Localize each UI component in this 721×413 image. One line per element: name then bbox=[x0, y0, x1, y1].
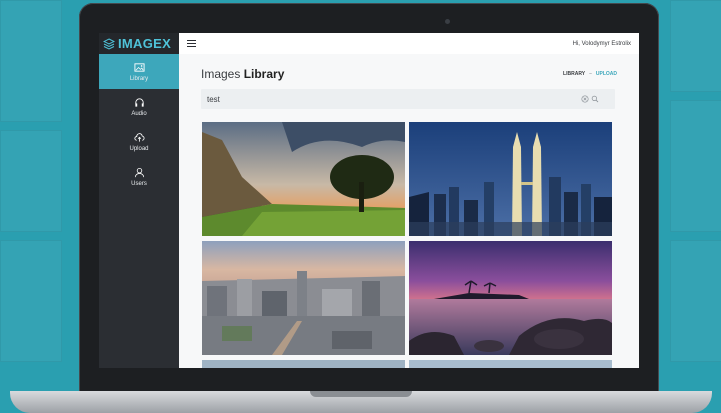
app-screen: IMAGEX Library Audio Upload Users Hi, Vo… bbox=[99, 33, 639, 368]
breadcrumb-current: LIBRARY bbox=[563, 71, 586, 77]
page-title-light: Images bbox=[201, 67, 244, 81]
image-thumbnail bbox=[409, 241, 612, 355]
laptop-bezel bbox=[99, 368, 639, 382]
image-card-twin-towers[interactable] bbox=[409, 122, 612, 236]
image-grid bbox=[202, 122, 612, 368]
sidebar-item-label: Users bbox=[131, 180, 147, 187]
image-card-partial[interactable] bbox=[409, 360, 612, 368]
breadcrumb-upload-link[interactable]: UPLOAD bbox=[596, 71, 617, 77]
image-thumbnail bbox=[409, 122, 612, 236]
image-card-mountain-valley[interactable] bbox=[202, 122, 405, 236]
sidebar-item-audio[interactable]: Audio bbox=[99, 89, 179, 124]
search-icon[interactable] bbox=[591, 95, 599, 103]
title-row: Images Library LIBRARY – UPLOAD bbox=[201, 66, 617, 82]
user-icon bbox=[134, 167, 144, 177]
topbar: Hi, Volodymyr Estrolix bbox=[179, 33, 639, 55]
breadcrumb: LIBRARY – UPLOAD bbox=[563, 71, 617, 77]
image-thumbnail bbox=[202, 360, 405, 368]
webcam bbox=[445, 19, 450, 24]
breadcrumb-separator: – bbox=[589, 71, 592, 77]
image-thumbnail bbox=[202, 241, 405, 355]
search-bar bbox=[201, 89, 615, 109]
brand[interactable]: IMAGEX bbox=[99, 33, 179, 54]
user-greeting[interactable]: Hi, Volodymyr Estrolix bbox=[573, 41, 631, 47]
sidebar-item-upload[interactable]: Upload bbox=[99, 124, 179, 159]
image-thumbnail bbox=[202, 122, 405, 236]
image-icon bbox=[133, 62, 145, 72]
main-content: Images Library LIBRARY – UPLOAD bbox=[179, 54, 639, 368]
page-title: Images Library bbox=[201, 67, 284, 81]
logo-icon bbox=[103, 37, 115, 50]
sidebar-item-library[interactable]: Library bbox=[99, 54, 179, 89]
clear-icon[interactable] bbox=[581, 95, 589, 103]
cloud-upload-icon bbox=[133, 132, 144, 142]
image-thumbnail bbox=[409, 360, 612, 368]
laptop-notch bbox=[310, 391, 412, 397]
sidebar-item-label: Library bbox=[129, 75, 149, 82]
hamburger-icon[interactable] bbox=[187, 40, 196, 47]
search-input[interactable] bbox=[201, 89, 579, 109]
headphones-icon bbox=[134, 97, 144, 107]
image-card-city-skyline[interactable] bbox=[202, 241, 405, 355]
image-card-beach-sunset[interactable] bbox=[409, 241, 612, 355]
sidebar-item-label: Audio bbox=[131, 110, 147, 117]
laptop-base bbox=[10, 391, 712, 413]
image-card-partial[interactable] bbox=[202, 360, 405, 368]
brand-name: IMAGEX bbox=[118, 36, 172, 51]
page-title-bold: Library bbox=[243, 67, 285, 81]
sidebar: IMAGEX Library Audio Upload Users bbox=[99, 33, 179, 368]
sidebar-item-users[interactable]: Users bbox=[99, 159, 179, 194]
sidebar-item-label: Upload bbox=[129, 145, 149, 152]
